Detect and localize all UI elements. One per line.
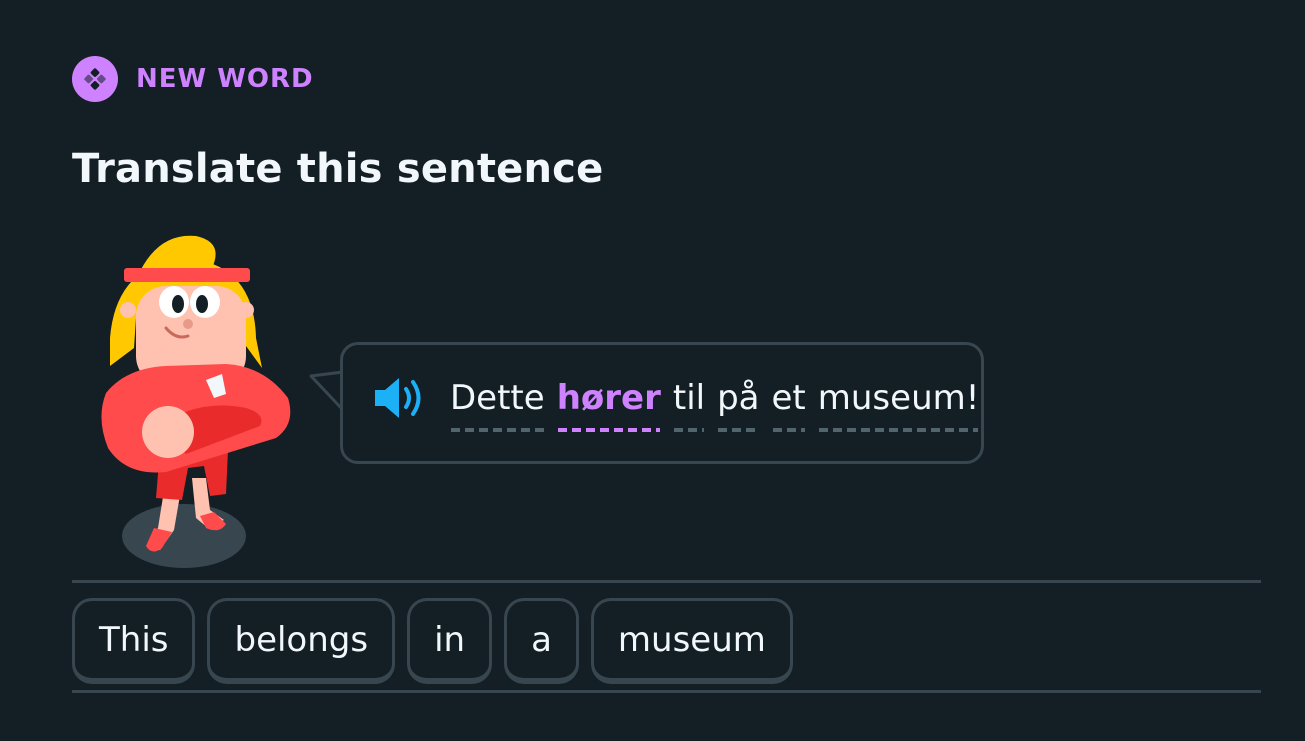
speaker-icon[interactable] <box>373 375 427 421</box>
prompt-sentence: Dette hører til på et museum! <box>450 378 979 432</box>
word-chip-this[interactable]: This <box>72 598 196 684</box>
word-chip-a[interactable]: a <box>504 598 579 684</box>
page-title: Translate this sentence <box>72 146 604 192</box>
prompt-word[interactable]: et <box>772 378 806 432</box>
new-word-diamond-icon <box>72 56 118 102</box>
word-chip-in[interactable]: in <box>407 598 493 684</box>
prompt-word[interactable]: til <box>673 378 705 432</box>
prompt-word[interactable]: museum! <box>818 378 979 432</box>
character-illustration <box>101 235 291 568</box>
new-word-label: NEW WORD <box>136 64 314 94</box>
answer-line-bottom <box>72 690 1261 693</box>
lesson-screen: NEW WORD Translate this sentence Dette h… <box>0 0 1305 741</box>
word-chip-belongs[interactable]: belongs <box>207 598 396 684</box>
prompt-word[interactable]: Dette <box>450 378 545 432</box>
prompt-word[interactable]: på <box>717 378 760 432</box>
word-chip-museum[interactable]: museum <box>590 598 793 684</box>
prompt-word-new[interactable]: hører <box>557 378 661 432</box>
answer-line-top <box>72 580 1261 583</box>
answer-area: This belongs in a museum <box>72 598 793 684</box>
speech-bubble: Dette hører til på et museum! <box>340 342 984 464</box>
new-word-badge: NEW WORD <box>72 56 314 102</box>
